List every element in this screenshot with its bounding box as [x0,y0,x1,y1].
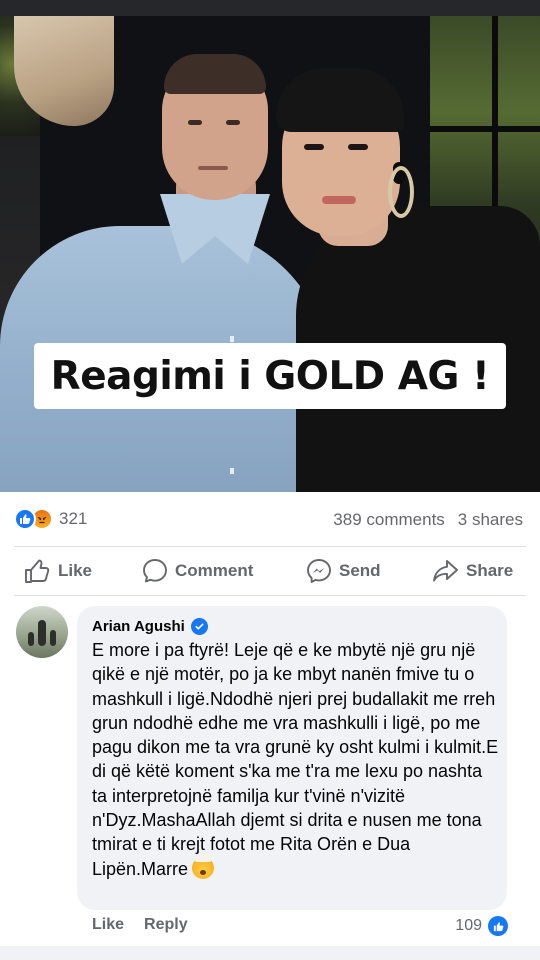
comment-like-count: 109 [455,917,482,934]
post-action-bar: Like Comment Send Share [0,547,540,595]
top-status-strip [0,0,540,16]
man-hair [164,54,266,94]
comment-actions: Like Reply [92,916,188,934]
avatar[interactable] [16,606,68,658]
share-button-label: Share [466,561,514,580]
comment-reactions[interactable]: 109 [455,916,508,936]
like-button[interactable]: Like [24,547,92,595]
bottom-separator [0,946,540,960]
comment-button[interactable]: Comment [142,547,253,595]
comment-reply-button[interactable]: Reply [144,916,188,934]
avatar-figure-adult [38,620,46,646]
woman-eye-right [348,144,368,150]
like-button-label: Like [58,561,93,580]
like-icon [14,508,36,530]
woman-lips [322,196,356,204]
comment-bubble: Arian Agushi E more i pa ftyrë! Leje që … [77,606,507,910]
messenger-icon [307,559,331,583]
shares-count-link[interactable]: 3 shares [458,510,523,530]
man-mouth [198,166,228,170]
post-image[interactable]: Reagimi i GOLD AG ! [0,16,540,492]
reactions-summary[interactable]: 321 [14,508,87,530]
avatar-figure-child-2 [50,630,56,646]
comment-button-label: Comment [175,561,254,580]
comment-like-button[interactable]: Like [92,916,124,934]
post-stats-row: 321 389 comments 3 shares [0,492,540,546]
send-button[interactable]: Send [306,547,381,595]
comments-count-link[interactable]: 389 comments [333,510,445,530]
comment-author-name: Arian Agushi [92,618,185,635]
reaction-count: 321 [59,509,88,528]
share-button[interactable]: Share [432,547,513,595]
man-eye-right [226,120,240,125]
man-eye-left [188,120,202,125]
avatar-figure-child [28,632,34,646]
comment-author[interactable]: Arian Agushi [92,618,208,635]
comment-body: E more i pa ftyrë! Leje që e ke mbytë nj… [92,640,499,879]
woman-eye-left [304,144,324,150]
send-button-label: Send [339,561,381,580]
verified-badge-icon [190,618,208,635]
comment-text: E more i pa ftyrë! Leje që e ke mbytë nj… [92,638,500,881]
window-frame-bar [430,126,540,132]
speech-bubble-icon [143,559,167,583]
actions-divider [14,595,526,596]
thumbs-up-icon [25,559,50,583]
share-arrow-icon [433,560,458,582]
image-caption-overlay: Reagimi i GOLD AG ! [34,343,506,409]
woman-hair [276,68,404,132]
engagement-counts: 389 comments 3 shares [333,510,523,530]
like-icon [488,916,508,936]
earring-hoop [388,166,414,218]
exploding-head-emoji-icon [192,853,215,879]
